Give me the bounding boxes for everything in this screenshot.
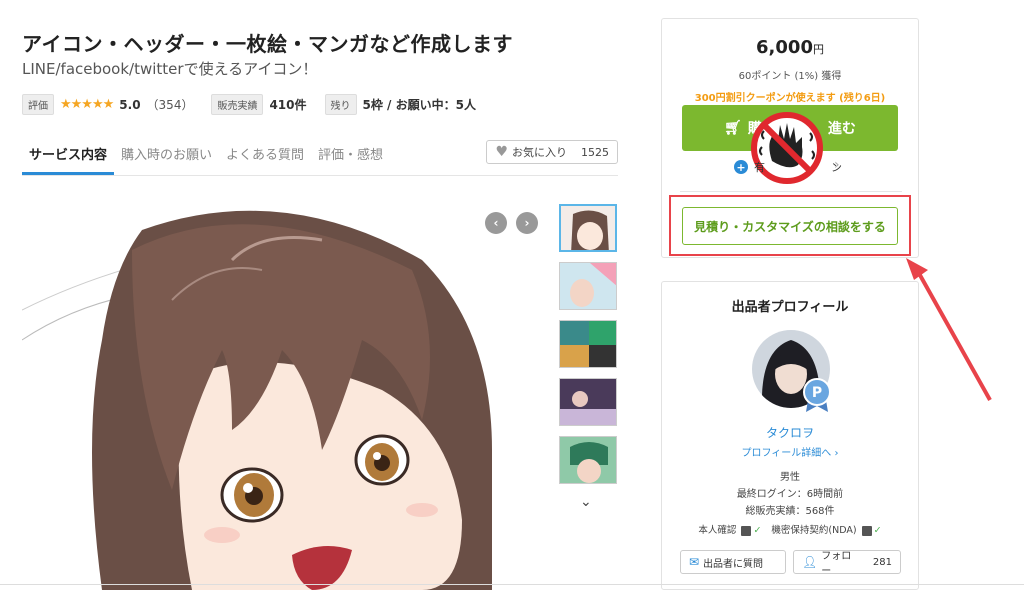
chevron-right-icon: ›: [524, 216, 530, 230]
gallery-next-button[interactable]: ›: [516, 212, 538, 234]
add-user-icon: 👤︎: [802, 555, 818, 569]
seller-name[interactable]: タクロヲ: [662, 424, 918, 441]
seller-rank-badge-icon: P: [803, 378, 831, 412]
plus-icon: +: [734, 160, 748, 174]
chevron-right-icon: ›: [834, 157, 840, 173]
ask-seller-button[interactable]: ✉ 出品者に質問: [680, 550, 786, 574]
divider: [0, 584, 1024, 585]
chevron-right-icon: ›: [834, 448, 839, 459]
seller-profile-panel: 出品者プロフィール P タクロヲ プロフィール詳細へ › 男性 最終ログイン：6…: [661, 281, 919, 590]
chevron-down-icon: ⌄: [580, 494, 592, 510]
slots-value: 5枠 / お願い中：5人: [362, 98, 476, 112]
verification-row: 本人確認 ✓ 機密保持契約(NDA) ✓: [662, 522, 918, 536]
price: 6,000円: [756, 37, 824, 58]
gallery-thumbnail[interactable]: [559, 436, 617, 484]
gallery-thumbnail[interactable]: [559, 320, 617, 368]
sales-count: 410件: [269, 98, 307, 112]
sales-tag: 販売実績: [211, 94, 264, 115]
thumbnail-image: [560, 379, 616, 425]
illustration-girl: [22, 210, 492, 590]
seller-gender: 男性: [780, 472, 800, 483]
mail-icon: ✉: [689, 555, 700, 569]
check-icon: ✓: [873, 525, 882, 536]
subscribe-label-left: 有: [754, 161, 765, 174]
slots-tag: 残り: [324, 94, 357, 115]
thumbnail-image: [560, 263, 616, 309]
service-meta: 評価 ★★★★★ 5.0 （354） 販売実績 410件 残り 5枠 / お願い…: [22, 94, 476, 115]
points-earned: 60ポイント (1%) 獲得: [738, 71, 842, 82]
coupon-notice[interactable]: 300円割引クーポンが使えます (残り6日): [662, 89, 918, 104]
main-gallery-image[interactable]: ‹ ›: [22, 190, 552, 590]
svg-text:P: P: [812, 385, 822, 401]
page-title: アイコン・ヘッダー・一枚絵・マンガなど作成します: [22, 32, 513, 56]
heart-icon: ♥: [495, 144, 508, 160]
nda-verified: 機密保持契約(NDA) ✓: [771, 525, 882, 536]
favorite-label: お気に入り: [512, 146, 567, 159]
divider: [680, 191, 902, 192]
page-subtitle: LINE/facebook/twitterで使えるアイコン！: [22, 60, 318, 78]
follow-button[interactable]: 👤︎ フォロー 281: [793, 550, 901, 577]
total-sales: 総販売実績：568件: [745, 506, 835, 517]
tab-reviews[interactable]: 評価・感想: [311, 144, 390, 175]
last-login: 最終ログイン：6時間前: [736, 489, 844, 500]
service-tabs: サービス内容 購入時のお願い よくある質問 評価・感想 ♥ お気に入り 1525: [22, 134, 618, 176]
thumbnail-image: [561, 206, 615, 250]
gallery-thumbnail[interactable]: [559, 204, 617, 252]
cart-icon: 🛒︎: [724, 120, 742, 136]
check-icon: ✓: [753, 525, 762, 536]
thumbnail-image: [560, 437, 616, 483]
review-count[interactable]: （354）: [147, 96, 194, 113]
thumbnail-image: [560, 321, 616, 367]
thumbnail-more-button[interactable]: ⌄: [580, 494, 592, 510]
rating-tag: 評価: [22, 94, 54, 115]
rating-stars-icon: ★★★★★: [60, 97, 114, 112]
profile-detail-link[interactable]: プロフィール詳細へ ›: [662, 444, 918, 459]
follow-count: 281: [872, 556, 892, 568]
gallery-thumbnail[interactable]: [559, 262, 617, 310]
purchase-label-right: 進む: [827, 121, 856, 137]
id-card-icon: [741, 525, 752, 536]
chevron-left-icon: ‹: [493, 216, 499, 230]
tab-faq[interactable]: よくある質問: [219, 144, 311, 175]
profile-title: 出品者プロフィール: [731, 300, 849, 315]
gallery-prev-button[interactable]: ‹: [485, 212, 507, 234]
tab-request[interactable]: 購入時のお願い: [114, 144, 219, 175]
rating-value: 5.0: [119, 97, 141, 112]
subscribe-link[interactable]: + 有 ン: [734, 159, 842, 175]
nda-icon: [861, 525, 872, 536]
tab-service[interactable]: サービス内容: [22, 144, 115, 175]
favorite-button[interactable]: ♥ お気に入り 1525: [486, 140, 618, 164]
favorite-count: 1525: [581, 145, 609, 159]
annotation-highlight-box: [669, 195, 911, 256]
identity-verified: 本人確認 ✓: [698, 525, 762, 536]
gallery-thumbnail[interactable]: [559, 378, 617, 426]
